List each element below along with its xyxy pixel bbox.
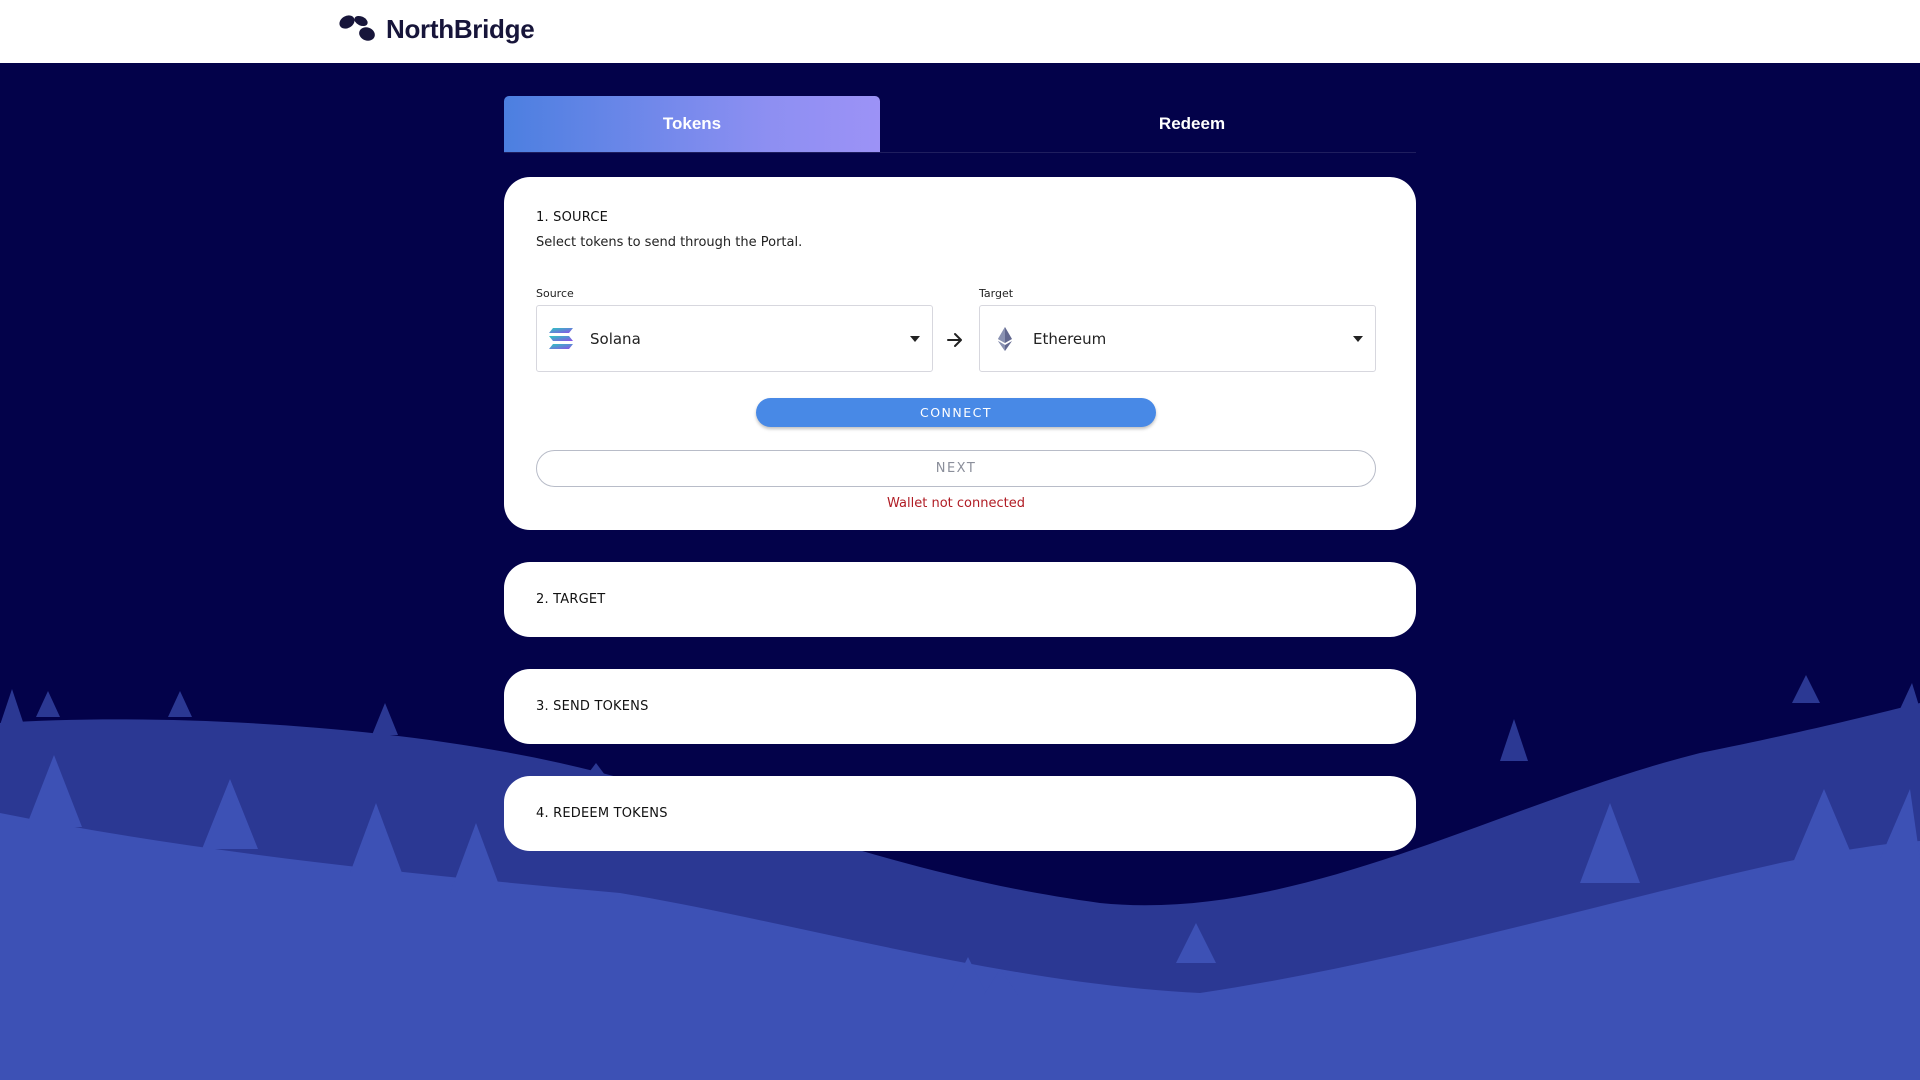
source-label: Source: [536, 287, 574, 300]
top-header: NorthBridge: [0, 0, 1920, 63]
step-target-card[interactable]: 2. TARGET: [504, 562, 1416, 637]
source-chain-value: Solana: [590, 330, 641, 348]
northbridge-logo-icon: [339, 15, 375, 41]
target-label: Target: [979, 287, 1014, 300]
ethereum-icon: [998, 327, 1012, 351]
next-button[interactable]: NEXT: [536, 450, 1376, 487]
wallet-error-message: Wallet not connected: [887, 496, 1025, 511]
chevron-down-icon: [1353, 336, 1363, 342]
target-chain-value: Ethereum: [1033, 330, 1107, 348]
solana-icon: [549, 328, 573, 349]
arrow-right-icon: [947, 333, 962, 347]
step-send-tokens-card[interactable]: 3. SEND TOKENS: [504, 669, 1416, 744]
source-chain-select[interactable]: Solana: [536, 305, 933, 372]
step-title: 4. REDEEM TOKENS: [536, 806, 668, 821]
tab-redeem[interactable]: Redeem: [1068, 96, 1316, 152]
step-title: 2. TARGET: [536, 592, 606, 607]
step-title: 1. SOURCE: [536, 210, 609, 225]
brand-name: NorthBridge: [386, 13, 535, 44]
step-source-card: 1. SOURCE Select tokens to send through …: [504, 177, 1416, 530]
tab-tokens[interactable]: Tokens: [504, 96, 880, 152]
step-description: Select tokens to send through the Portal…: [536, 235, 803, 250]
chevron-down-icon: [910, 336, 920, 342]
brand-logo[interactable]: NorthBridge: [338, 12, 535, 46]
tabs-divider: [504, 152, 1416, 153]
mode-tabs: Tokens Redeem: [504, 96, 1416, 153]
step-redeem-tokens-card[interactable]: 4. REDEEM TOKENS: [504, 776, 1416, 851]
connect-wallet-button[interactable]: CONNECT: [756, 398, 1156, 427]
step-title: 3. SEND TOKENS: [536, 699, 649, 714]
target-chain-select[interactable]: Ethereum: [979, 305, 1376, 372]
